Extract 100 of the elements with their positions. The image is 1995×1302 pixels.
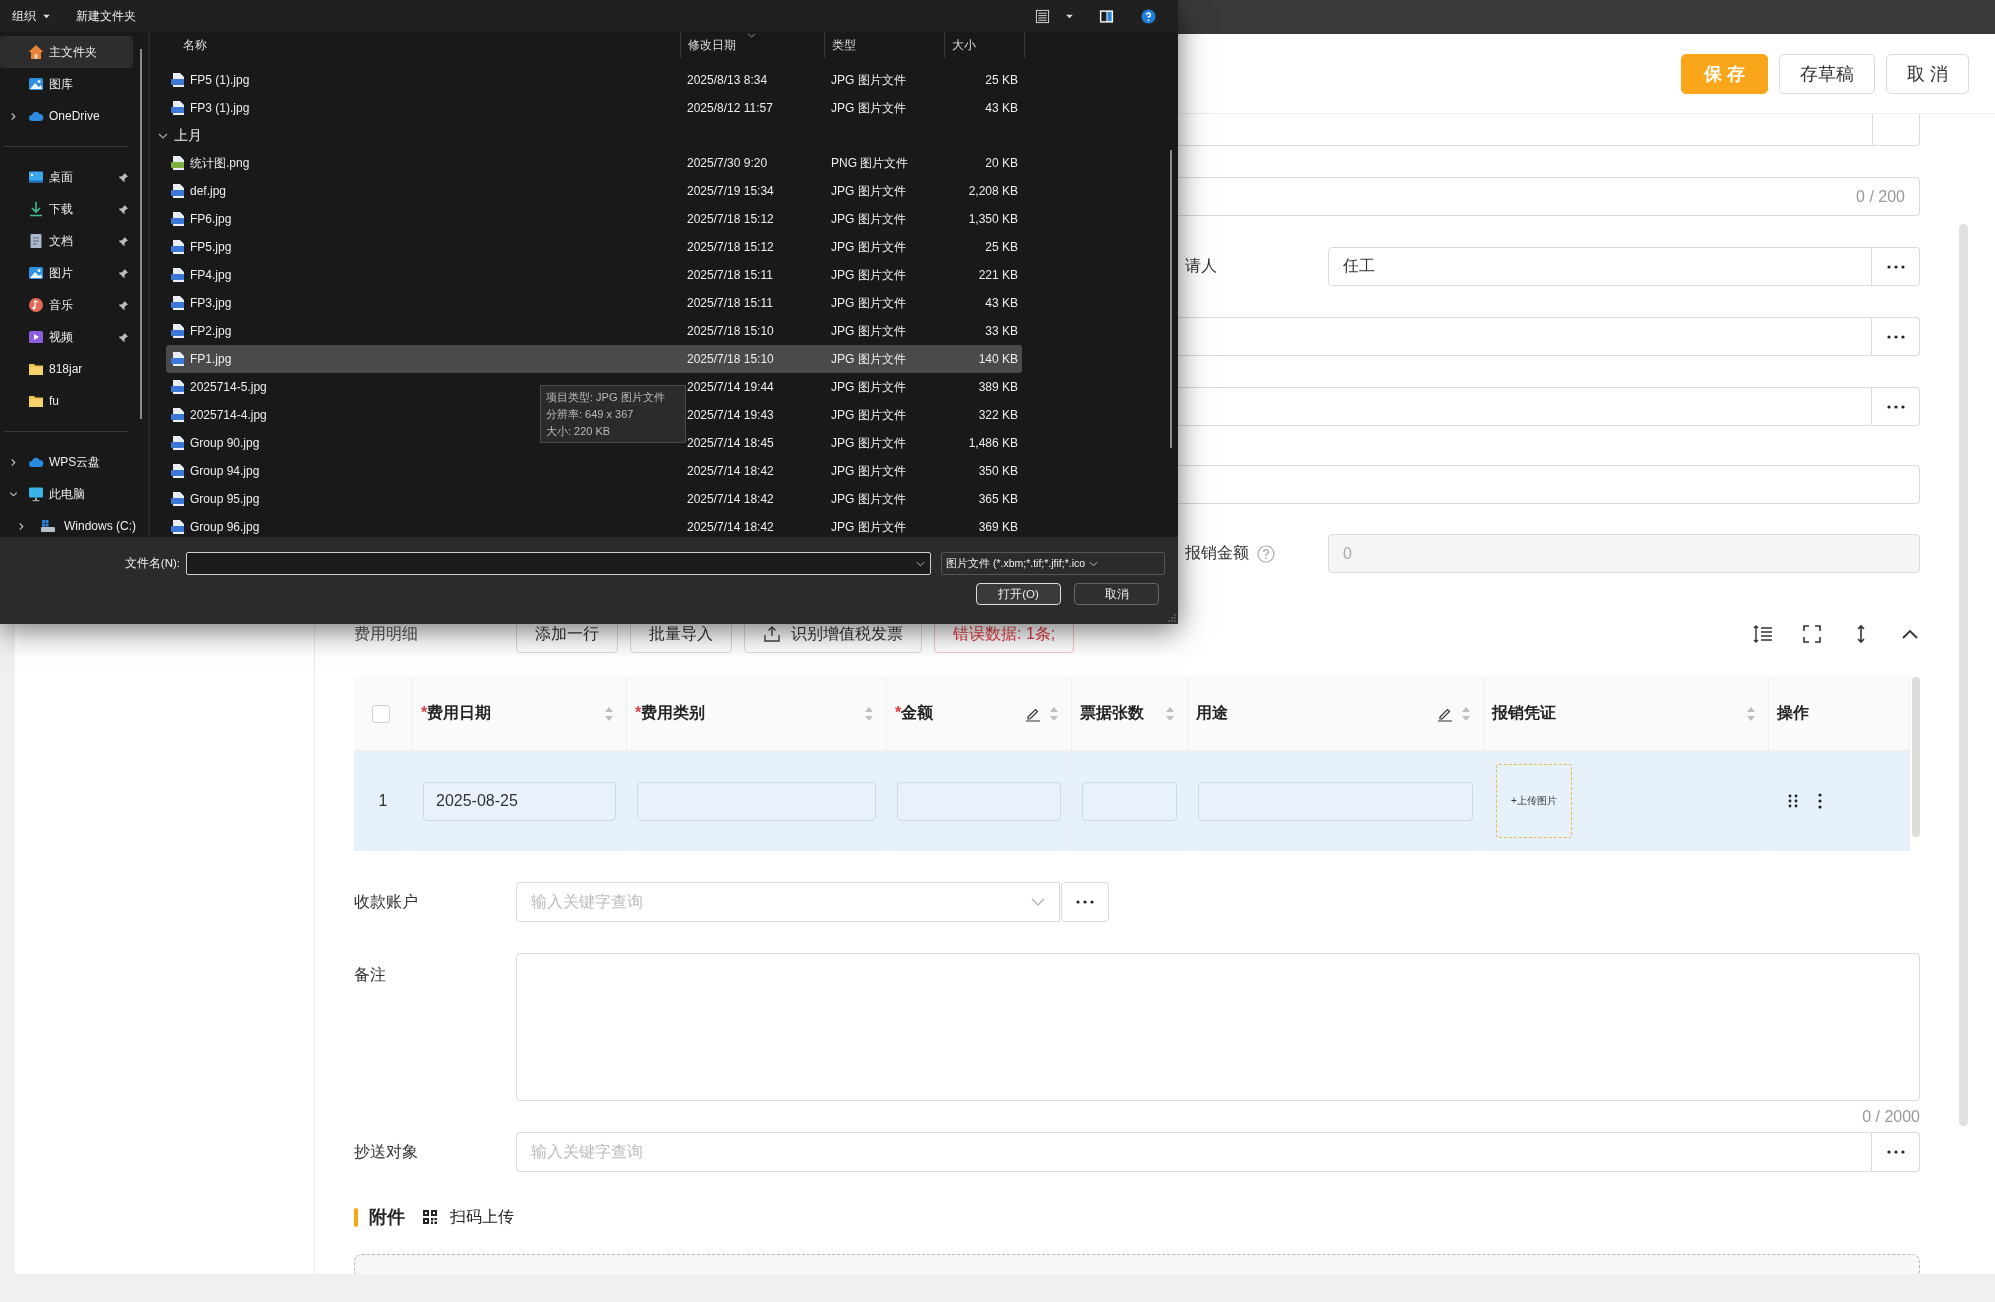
upload-image-button[interactable]: +上传图片 — [1496, 764, 1572, 838]
sidebar-item[interactable]: fu — [0, 385, 133, 417]
file-date: 2025/7/18 15:11 — [686, 296, 774, 310]
dialog-button[interactable]: 取消 — [1074, 583, 1159, 605]
chevron-down-icon[interactable] — [916, 560, 925, 567]
file-name[interactable]: 统计图.png — [190, 154, 250, 172]
file-type-dropdown[interactable]: 图片文件 (*.xbm;*.tif;*.jfif;*.ico — [941, 552, 1165, 575]
header-button[interactable]: 存草稿 — [1779, 53, 1875, 94]
file-date: 2025/7/14 18:42 — [686, 492, 775, 506]
row-number: 1 — [378, 792, 388, 810]
file-row[interactable]: FP1.jpg 2025/7/18 15:10 JPG 图片文件 140 KB — [166, 345, 1022, 373]
file-name[interactable]: 2025714-4.jpg — [190, 408, 267, 422]
caret-icon[interactable] — [42, 13, 51, 19]
sidebar-item[interactable]: 视频 — [0, 321, 133, 353]
file-name[interactable]: FP4.jpg — [190, 268, 232, 282]
file-type: JPG 图片文件 — [830, 434, 907, 452]
table-row[interactable]: 1 2025-08-25 +上传图片 — [354, 751, 1910, 851]
more-icon — [1886, 264, 1905, 269]
file-name[interactable]: Group 94.jpg — [190, 464, 260, 478]
sidebar-item[interactable]: 818jar — [0, 353, 133, 385]
tooltip-line: 大小: 220 KB — [546, 424, 612, 439]
cell-input[interactable] — [1198, 781, 1473, 821]
file-size: 25 KB — [984, 73, 1019, 87]
preview-pane-icon[interactable] — [1099, 8, 1114, 24]
file-name[interactable]: FP2.jpg — [190, 324, 232, 338]
file-name-field[interactable] — [186, 552, 931, 575]
column-header[interactable]: 大小 — [952, 37, 976, 53]
file-size: 33 KB — [984, 324, 1019, 338]
picture-icon — [28, 76, 44, 92]
file-date: 2025/8/13 8:34 — [686, 73, 769, 87]
file-size: 140 KB — [977, 352, 1019, 366]
sidebar-item[interactable]: 音乐 — [0, 289, 133, 321]
file-name[interactable]: FP5.jpg — [190, 240, 232, 254]
column-header: 操作 — [1777, 703, 1810, 723]
text-field[interactable]: 任工 — [1328, 247, 1872, 286]
image-file-icon — [170, 72, 186, 88]
sidebar-item[interactable]: WPS云盘 — [0, 446, 133, 478]
sidebar-item[interactable]: 文档 — [0, 225, 133, 257]
qr-code-icon[interactable] — [422, 1209, 438, 1225]
sidebar-item[interactable]: 主文件夹 — [0, 36, 133, 68]
column-header: 报销凭证 — [1492, 703, 1557, 723]
fullscreen-icon[interactable] — [1802, 624, 1822, 644]
dialog-button[interactable]: 打开(O) — [976, 583, 1061, 605]
scan-upload-link[interactable]: 扫码上传 — [450, 1206, 514, 1228]
sidebar-item-label: Windows (C:) — [64, 519, 136, 533]
file-name[interactable]: FP6.jpg — [190, 212, 232, 226]
sidebar-item[interactable]: 图库 — [0, 68, 133, 100]
column-header[interactable]: 修改日期 — [688, 37, 736, 53]
column-header[interactable]: 类型 — [832, 37, 856, 53]
file-name[interactable]: Group 90.jpg — [190, 436, 260, 450]
more-icon — [1886, 334, 1905, 339]
file-name[interactable]: FP3.jpg — [190, 296, 232, 310]
more-vertical-icon[interactable] — [1818, 793, 1822, 809]
header-button[interactable]: 取 消 — [1886, 53, 1969, 94]
cell-input[interactable] — [1082, 781, 1177, 821]
file-size: 43 KB — [984, 296, 1019, 310]
column-header: *金额 — [895, 703, 935, 723]
checkbox[interactable] — [372, 704, 390, 723]
help-icon[interactable] — [1141, 8, 1156, 24]
file-name-label: 文件名(N): — [123, 556, 180, 571]
file-name[interactable]: def.jpg — [190, 184, 227, 198]
field-label: 收款账户 — [354, 891, 419, 912]
column-header: *费用日期 — [421, 703, 493, 723]
file-name[interactable]: 2025714-5.jpg — [190, 380, 267, 394]
resize-grip-icon[interactable] — [1168, 614, 1176, 622]
image-file-icon — [170, 295, 186, 311]
cell-input[interactable]: 2025-08-25 — [423, 781, 616, 821]
scrollbar[interactable] — [140, 49, 142, 419]
sidebar-item[interactable]: 桌面 — [0, 161, 133, 193]
caret-icon[interactable] — [1065, 13, 1074, 19]
new-folder-button[interactable]: 新建文件夹 — [76, 7, 136, 25]
file-date: 2025/7/14 18:42 — [686, 464, 775, 478]
column-header[interactable]: 名称 — [183, 37, 207, 53]
line-height-icon[interactable] — [1753, 624, 1773, 644]
file-size: 221 KB — [977, 268, 1019, 282]
file-name[interactable]: FP5 (1).jpg — [190, 73, 250, 87]
sidebar-item-label: OneDrive — [49, 109, 100, 123]
group-header: 上月 — [174, 126, 202, 145]
scrollbar[interactable] — [1912, 677, 1920, 837]
sidebar-item-label: 图片 — [49, 264, 73, 282]
sidebar-item[interactable]: OneDrive — [0, 100, 133, 132]
cell-input[interactable] — [637, 781, 876, 821]
organize-menu[interactable]: 组织 — [12, 7, 36, 25]
drag-handle-icon[interactable] — [1788, 794, 1798, 808]
file-name[interactable]: Group 96.jpg — [190, 520, 260, 534]
character-counter: 0 / 200 — [1856, 187, 1905, 206]
list-view-icon[interactable] — [1035, 8, 1050, 24]
scrollbar[interactable] — [1170, 150, 1172, 448]
sidebar-item[interactable]: 下载 — [0, 193, 133, 225]
file-name[interactable]: Group 95.jpg — [190, 492, 260, 506]
tooltip-line: 项目类型: JPG 图片文件 — [546, 390, 666, 405]
sidebar-item[interactable]: 此电脑 — [0, 478, 133, 510]
file-type: JPG 图片文件 — [830, 322, 907, 340]
cell-input[interactable] — [897, 781, 1061, 821]
file-name[interactable]: FP3 (1).jpg — [190, 101, 250, 115]
cell-value: 2025-08-25 — [436, 792, 518, 810]
sidebar-item[interactable]: Windows (C:) — [0, 510, 146, 537]
file-type: JPG 图片文件 — [830, 238, 907, 256]
scrollbar[interactable] — [1959, 224, 1968, 1126]
sidebar-item[interactable]: 图片 — [0, 257, 133, 289]
